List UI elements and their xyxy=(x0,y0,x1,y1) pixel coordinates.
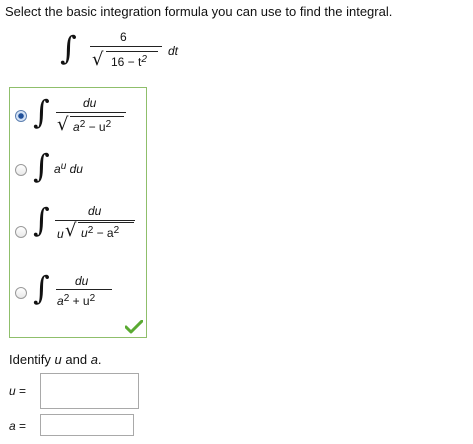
option-3[interactable]: ∫ du u √ u2 − a2 xyxy=(12,200,144,250)
option-3-radio[interactable] xyxy=(15,226,27,238)
option-4-fraction-bar xyxy=(56,289,112,290)
sqrt-icon: √ xyxy=(65,220,77,241)
option-4-numerator: du xyxy=(75,274,89,288)
option-3-radicand: u2 − a2 xyxy=(81,225,120,241)
sqrt-icon: √ xyxy=(92,49,104,70)
option-1-fraction-bar xyxy=(56,112,126,113)
integral-sign: ∫ xyxy=(33,93,50,131)
integral-sign: ∫ xyxy=(33,269,50,307)
a-input[interactable] xyxy=(40,414,134,436)
problem-integral: ∫ 6 √ 16 − t2 dt xyxy=(60,28,200,76)
option-3-radical-bar xyxy=(78,222,134,223)
integral-sign: ∫ xyxy=(33,147,50,185)
integral-sign: ∫ xyxy=(33,201,50,239)
option-1-radical-bar xyxy=(70,116,124,117)
option-1-numerator: du xyxy=(83,96,97,110)
problem-fraction-bar xyxy=(90,46,162,47)
option-3-numerator: du xyxy=(88,204,102,218)
problem-numerator: 6 xyxy=(120,30,127,44)
correct-check-icon xyxy=(125,320,143,334)
option-2-expression: au du xyxy=(54,161,83,177)
u-input[interactable] xyxy=(40,373,139,409)
question-prompt: Select the basic integration formula you… xyxy=(5,4,393,19)
option-4-denominator: a2 + u2 xyxy=(57,293,96,309)
identify-instruction: Identify u and a. xyxy=(9,352,102,367)
option-3-prefix: u xyxy=(57,227,64,241)
problem-radicand: 16 − t2 xyxy=(111,54,147,70)
option-4-radio[interactable] xyxy=(15,287,27,299)
a-field-label: a = xyxy=(9,419,27,433)
option-1-radicand: a2 − u2 xyxy=(73,119,112,135)
sqrt-icon: √ xyxy=(57,114,69,135)
option-2[interactable]: ∫ au du xyxy=(12,148,144,192)
problem-radical-bar xyxy=(106,51,158,52)
u-field-label: u = xyxy=(9,384,27,398)
option-2-radio[interactable] xyxy=(15,164,27,176)
integral-sign: ∫ xyxy=(60,29,77,67)
option-1-radio[interactable] xyxy=(15,110,27,122)
option-1[interactable]: ∫ du √ a2 − u2 xyxy=(12,92,144,140)
option-4[interactable]: ∫ du a2 + u2 xyxy=(12,268,144,316)
problem-differential: dt xyxy=(168,44,179,58)
